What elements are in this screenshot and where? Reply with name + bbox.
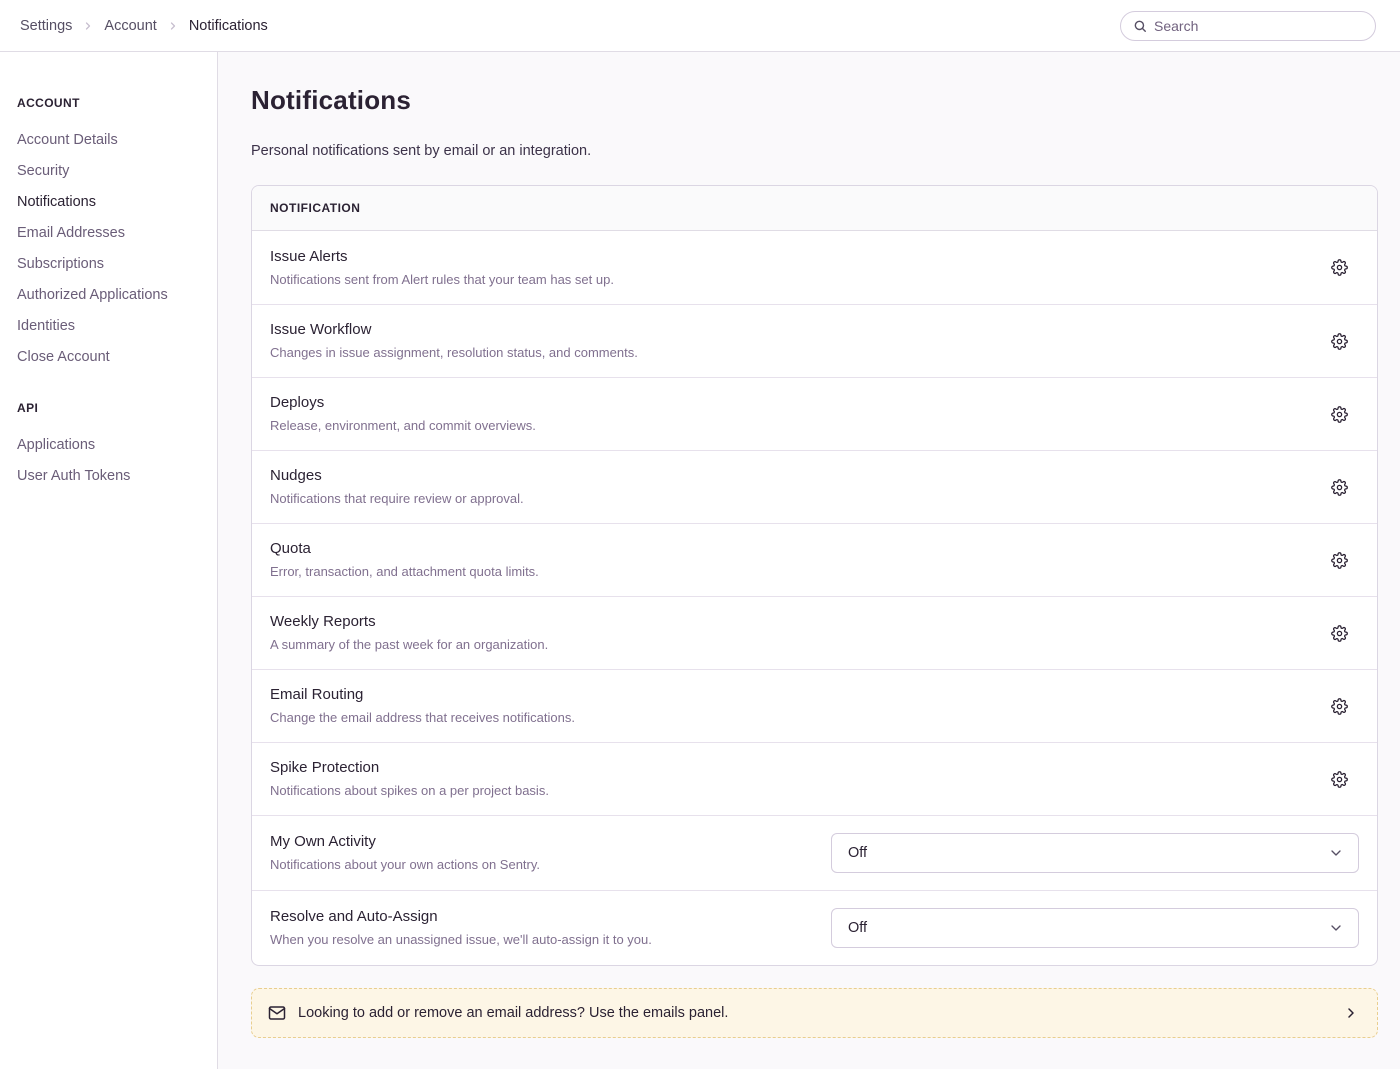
gear-icon: [1331, 259, 1348, 276]
chevron-down-icon: [1328, 920, 1344, 936]
gear-icon: [1331, 333, 1348, 350]
notification-row-spike-protection: Spike Protection Notifications about spi…: [252, 742, 1377, 815]
notification-row-email-routing: Email Routing Change the email address t…: [252, 669, 1377, 742]
sidebar-item-notifications[interactable]: Notifications: [17, 186, 205, 217]
notification-row-issue-alerts: Issue Alerts Notifications sent from Ale…: [252, 231, 1377, 304]
row-description: Notifications about spikes on a per proj…: [270, 781, 1305, 801]
chevron-right-icon: [82, 20, 94, 32]
top-bar: Settings Account Notifications: [0, 0, 1400, 52]
notification-row-my-own-activity: My Own Activity Notifications about your…: [252, 815, 1377, 890]
notification-row-weekly-reports: Weekly Reports A summary of the past wee…: [252, 596, 1377, 669]
settings-sidebar: ACCOUNT Account Details Security Notific…: [0, 52, 218, 1069]
sidebar-item-applications[interactable]: Applications: [17, 429, 205, 460]
sidebar-item-security[interactable]: Security: [17, 155, 205, 186]
breadcrumb: Settings Account Notifications: [20, 18, 268, 34]
row-title: Spike Protection: [270, 757, 1305, 779]
notification-row-deploys: Deploys Release, environment, and commit…: [252, 377, 1377, 450]
row-description: A summary of the past week for an organi…: [270, 635, 1305, 655]
gear-icon: [1331, 625, 1348, 642]
breadcrumb-account[interactable]: Account: [104, 18, 156, 34]
row-title: Quota: [270, 538, 1305, 560]
page-title: Notifications: [251, 85, 1378, 116]
row-description: Notifications that require review or app…: [270, 489, 1305, 509]
notifications-panel: NOTIFICATION Issue Alerts Notifications …: [251, 185, 1378, 966]
banner-text: Looking to add or remove an email addres…: [298, 1005, 728, 1021]
weekly-reports-settings-button[interactable]: [1325, 619, 1353, 647]
panel-header: NOTIFICATION: [252, 186, 1377, 231]
notification-row-quota: Quota Error, transaction, and attachment…: [252, 523, 1377, 596]
gear-icon: [1331, 406, 1348, 423]
row-title: Email Routing: [270, 684, 1305, 706]
emails-panel-banner[interactable]: Looking to add or remove an email addres…: [251, 988, 1378, 1038]
row-title: Nudges: [270, 465, 1305, 487]
sidebar-section-api: API Applications User Auth Tokens: [17, 401, 205, 491]
sidebar-section-account: ACCOUNT Account Details Security Notific…: [17, 96, 205, 372]
select-value: Off: [848, 920, 867, 936]
sidebar-item-authorized-applications[interactable]: Authorized Applications: [17, 279, 205, 310]
spike-protection-settings-button[interactable]: [1325, 765, 1353, 793]
row-description: Notifications sent from Alert rules that…: [270, 270, 1305, 290]
row-description: Changes in issue assignment, resolution …: [270, 343, 1305, 363]
chevron-right-icon: [167, 20, 179, 32]
row-description: Error, transaction, and attachment quota…: [270, 562, 1305, 582]
gear-icon: [1331, 479, 1348, 496]
chevron-right-icon: [1343, 1005, 1359, 1021]
search-box[interactable]: [1120, 11, 1376, 41]
row-description: Change the email address that receives n…: [270, 708, 1305, 728]
search-input[interactable]: [1154, 18, 1363, 34]
notification-row-issue-workflow: Issue Workflow Changes in issue assignme…: [252, 304, 1377, 377]
sidebar-item-close-account[interactable]: Close Account: [17, 341, 205, 372]
sidebar-item-subscriptions[interactable]: Subscriptions: [17, 248, 205, 279]
row-title: My Own Activity: [270, 831, 811, 853]
issue-alerts-settings-button[interactable]: [1325, 254, 1353, 282]
gear-icon: [1331, 552, 1348, 569]
email-routing-settings-button[interactable]: [1325, 692, 1353, 720]
row-description: When you resolve an unassigned issue, we…: [270, 930, 811, 950]
sidebar-heading-account: ACCOUNT: [17, 96, 205, 110]
sidebar-item-email-addresses[interactable]: Email Addresses: [17, 217, 205, 248]
my-own-activity-select[interactable]: Off: [831, 833, 1359, 873]
row-title: Weekly Reports: [270, 611, 1305, 633]
main-content: Notifications Personal notifications sen…: [218, 52, 1400, 1069]
row-title: Resolve and Auto-Assign: [270, 906, 811, 928]
notification-row-resolve-auto-assign: Resolve and Auto-Assign When you resolve…: [252, 890, 1377, 965]
sidebar-item-account-details[interactable]: Account Details: [17, 124, 205, 155]
row-description: Release, environment, and commit overvie…: [270, 416, 1305, 436]
row-title: Issue Alerts: [270, 246, 1305, 268]
select-value: Off: [848, 845, 867, 861]
sidebar-heading-api: API: [17, 401, 205, 415]
chevron-down-icon: [1328, 845, 1344, 861]
quota-settings-button[interactable]: [1325, 546, 1353, 574]
sidebar-item-identities[interactable]: Identities: [17, 310, 205, 341]
search-icon: [1133, 19, 1147, 33]
resolve-auto-assign-select[interactable]: Off: [831, 908, 1359, 948]
breadcrumb-settings[interactable]: Settings: [20, 18, 72, 34]
notification-row-nudges: Nudges Notifications that require review…: [252, 450, 1377, 523]
row-title: Issue Workflow: [270, 319, 1305, 341]
breadcrumb-notifications: Notifications: [189, 18, 268, 34]
issue-workflow-settings-button[interactable]: [1325, 327, 1353, 355]
deploys-settings-button[interactable]: [1325, 400, 1353, 428]
gear-icon: [1331, 771, 1348, 788]
nudges-settings-button[interactable]: [1325, 473, 1353, 501]
gear-icon: [1331, 698, 1348, 715]
page-subtitle: Personal notifications sent by email or …: [251, 143, 1378, 159]
row-title: Deploys: [270, 392, 1305, 414]
mail-icon: [268, 1004, 286, 1022]
row-description: Notifications about your own actions on …: [270, 855, 811, 875]
sidebar-item-user-auth-tokens[interactable]: User Auth Tokens: [17, 460, 205, 491]
